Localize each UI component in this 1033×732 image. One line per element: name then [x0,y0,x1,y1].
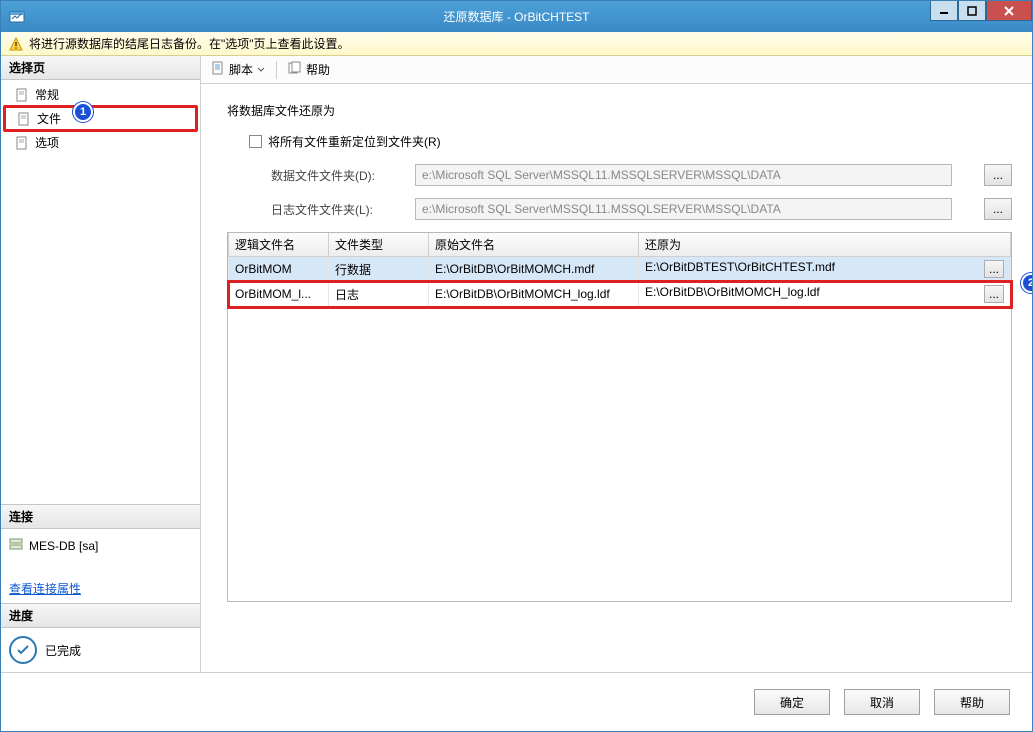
window-title: 还原数据库 - OrBitCHTEST [1,8,1032,25]
data-folder-label: 数据文件文件夹(D): [249,167,409,184]
main-body: 将数据库文件还原为 将所有文件重新定位到文件夹(R) 数据文件文件夹(D): .… [201,84,1032,672]
log-folder-browse-button[interactable]: ... [984,198,1012,220]
help-label: 帮助 [306,61,330,78]
select-page-items: 常规 文件 1 选项 [1,80,200,157]
files-table: 逻辑文件名 文件类型 原始文件名 还原为 OrBitMOM 行数据 E:\OrB… [228,233,1011,307]
col-logical[interactable]: 逻辑文件名 [229,233,329,257]
sidebar-item-label: 常规 [35,86,59,103]
window-controls [930,1,1032,32]
log-folder-label: 日志文件文件夹(L): [249,201,409,218]
progress-status: 已完成 [45,642,81,659]
warning-icon [9,37,23,51]
annotation-badge-1: 1 [73,102,93,122]
table-row[interactable]: OrBitMOM_l... 日志 E:\OrBitDB\OrBitMOMCH_l… [229,282,1011,307]
section-title: 将数据库文件还原为 [227,102,1012,119]
table-header-row: 逻辑文件名 文件类型 原始文件名 还原为 [229,233,1011,257]
page-icon [15,88,29,102]
relocate-checkbox[interactable] [249,135,262,148]
restore-as-browse-button[interactable]: ... [984,285,1004,303]
page-icon [15,136,29,150]
script-button[interactable]: 脚本 [207,59,269,80]
progress-complete-icon [9,636,37,664]
log-folder-input[interactable] [415,198,952,220]
close-button[interactable] [986,1,1032,21]
sidebar-item-options[interactable]: 选项 [1,132,200,153]
data-folder-input[interactable] [415,164,952,186]
select-page-header: 选择页 [1,56,200,80]
script-label: 脚本 [229,61,253,78]
minimize-button[interactable] [930,1,958,21]
titlebar: 还原数据库 - OrBitCHTEST [1,1,1032,32]
main-panel: 脚本 帮助 将数据库文件还原为 将所有文件重新定位到文件夹(R) [201,56,1032,672]
view-connection-properties-link[interactable]: 查看连接属性 [9,580,81,597]
col-type[interactable]: 文件类型 [329,233,429,257]
restore-as-browse-button[interactable]: ... [984,260,1004,278]
sidebar-item-files[interactable]: 文件 [3,105,198,132]
help-icon [288,61,302,78]
toolbar: 脚本 帮助 [201,56,1032,84]
progress-section: 进度 已完成 [1,603,200,672]
sidebar-item-general[interactable]: 常规 [1,84,200,105]
cancel-button[interactable]: 取消 [844,689,920,715]
sidebar: 选择页 常规 文件 1 选项 连接 [1,56,201,672]
info-message: 将进行源数据库的结尾日志备份。在"选项"页上查看此设置。 [29,35,350,52]
cell-restore-as: E:\OrBitDB\OrBitMOMCH_log.ldf ... [639,282,1011,307]
cell-type: 日志 [329,282,429,307]
col-original[interactable]: 原始文件名 [429,233,639,257]
help-button[interactable]: 帮助 [284,59,334,80]
connection-row: MES-DB [sa] [9,535,192,556]
sidebar-item-label: 文件 [37,110,61,127]
cell-original: E:\OrBitDB\OrBitMOMCH_log.ldf [429,282,639,307]
data-folder-row: 数据文件文件夹(D): ... [249,164,1012,186]
help-button[interactable]: 帮助 [934,689,1010,715]
progress-header: 进度 [1,604,200,628]
col-restore-as[interactable]: 还原为 [639,233,1011,257]
script-icon [211,61,225,78]
server-icon [9,537,23,554]
cell-restore-as: E:\OrBitDBTEST\OrBitCHTEST.mdf ... [639,257,1011,282]
relocate-checkbox-label: 将所有文件重新定位到文件夹(R) [268,133,441,150]
content: 选择页 常规 文件 1 选项 连接 [1,56,1032,672]
toolbar-separator [276,61,277,79]
sidebar-item-label: 选项 [35,134,59,151]
app-icon [9,9,25,25]
data-folder-browse-button[interactable]: ... [984,164,1012,186]
footer: 确定 取消 帮助 [1,673,1032,731]
connection-header: 连接 [1,505,200,529]
restore-database-dialog: 还原数据库 - OrBitCHTEST 将进行源数据库的结尾日志备份。在"选项"… [0,0,1033,732]
info-bar: 将进行源数据库的结尾日志备份。在"选项"页上查看此设置。 [1,32,1032,56]
connection-value: MES-DB [sa] [29,539,98,553]
cell-logical: OrBitMOM_l... [229,282,329,307]
chevron-down-icon [257,63,265,77]
cell-logical: OrBitMOM [229,257,329,282]
maximize-button[interactable] [958,1,986,21]
ok-button[interactable]: 确定 [754,689,830,715]
relocate-all-files-row: 将所有文件重新定位到文件夹(R) [249,133,1012,150]
cell-type: 行数据 [329,257,429,282]
annotation-badge-2: 2 [1021,273,1032,293]
page-icon [17,112,31,126]
cell-original: E:\OrBitDB\OrBitMOMCH.mdf [429,257,639,282]
files-table-wrap: 逻辑文件名 文件类型 原始文件名 还原为 OrBitMOM 行数据 E:\OrB… [227,232,1012,602]
connection-section: 连接 MES-DB [sa] 查看连接属性 [1,504,200,603]
log-folder-row: 日志文件文件夹(L): ... [249,198,1012,220]
table-row[interactable]: OrBitMOM 行数据 E:\OrBitDB\OrBitMOMCH.mdf E… [229,257,1011,282]
